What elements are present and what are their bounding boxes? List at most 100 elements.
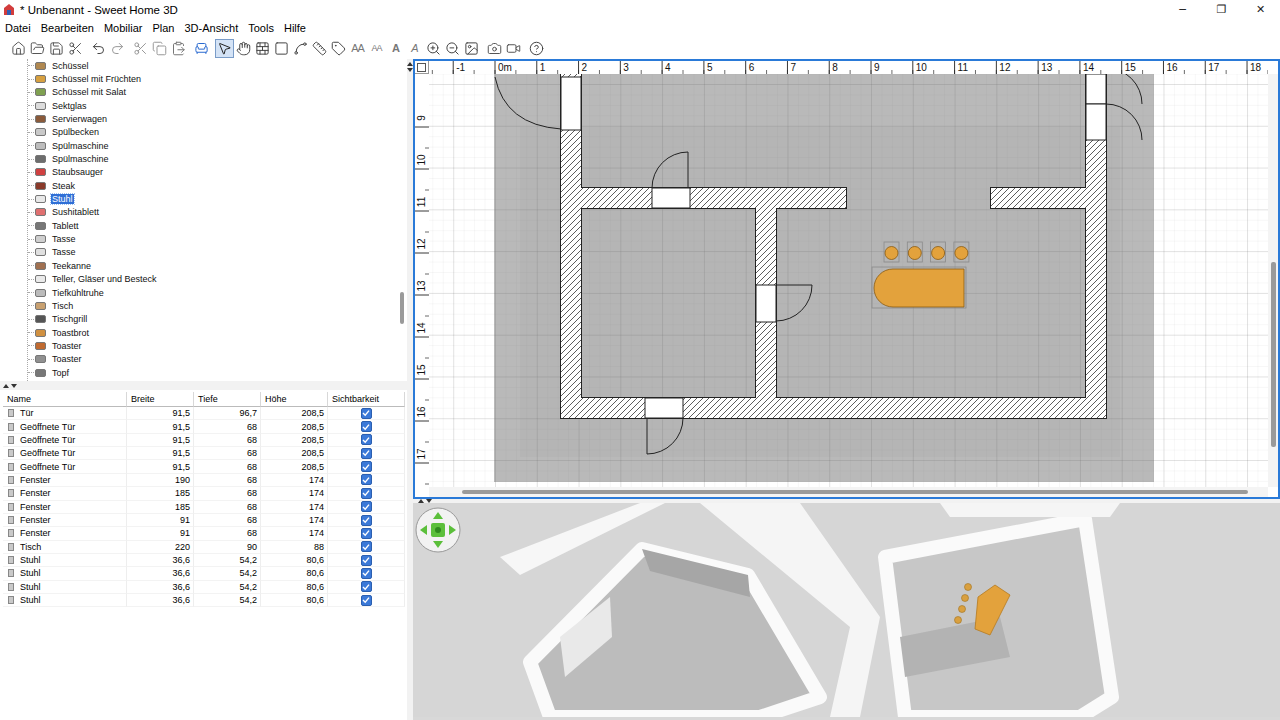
catalog-item[interactable]: Tischgrill	[28, 313, 397, 326]
width-cell[interactable]: 91,5	[127, 407, 194, 420]
name-cell[interactable]: Stuhl	[3, 581, 127, 594]
depth-cell[interactable]: 54,2	[194, 581, 261, 594]
name-cell[interactable]: Tür	[3, 407, 127, 420]
mode-button[interactable]	[234, 39, 253, 58]
menu-item[interactable]: 3D-Ansicht	[179, 22, 243, 34]
collapse-down-icon[interactable]	[11, 384, 17, 388]
scrollbar-thumb[interactable]	[1271, 262, 1276, 447]
name-cell[interactable]: Fenster	[3, 487, 127, 500]
catalog-item[interactable]: Teller, Gläser und Besteck	[28, 273, 397, 286]
menu-item[interactable]: Hilfe	[279, 22, 311, 34]
height-cell[interactable]: 208,5	[261, 434, 328, 447]
visibility-checkbox[interactable]	[361, 408, 372, 419]
chair[interactable]	[931, 242, 946, 262]
height-cell[interactable]: 174	[261, 474, 328, 487]
catalog-item[interactable]: Sushitablett	[28, 206, 397, 219]
splitter[interactable]	[0, 381, 407, 390]
width-cell[interactable]: 91,5	[127, 420, 194, 433]
name-cell[interactable]: Geöffnete Tür	[3, 434, 127, 447]
visibility-checkbox[interactable]	[361, 461, 372, 472]
column-header[interactable]: Breite	[127, 392, 194, 407]
visibility-checkbox[interactable]	[361, 501, 372, 512]
visibility-checkbox[interactable]	[361, 448, 372, 459]
table[interactable]	[872, 267, 966, 308]
menu-item[interactable]: Datei	[0, 22, 36, 34]
depth-cell[interactable]: 68	[194, 447, 261, 460]
catalog-item[interactable]: Spülmaschine	[28, 139, 397, 152]
visibility-checkbox[interactable]	[361, 434, 372, 445]
height-cell[interactable]: 208,5	[261, 460, 328, 473]
plan-vertical-scrollbar[interactable]	[1268, 74, 1278, 487]
depth-cell[interactable]: 68	[194, 527, 261, 540]
visibility-checkbox[interactable]	[361, 568, 372, 579]
name-cell[interactable]: Fenster	[3, 474, 127, 487]
height-cell[interactable]: 208,5	[261, 407, 328, 420]
catalog-scrollbar[interactable]	[397, 59, 407, 381]
depth-cell[interactable]: 68	[194, 514, 261, 527]
walls[interactable]	[561, 74, 1106, 418]
depth-cell[interactable]: 54,2	[194, 567, 261, 580]
toolbar-button[interactable]	[485, 39, 504, 58]
collapse-up-icon[interactable]	[3, 384, 9, 388]
visibility-checkbox[interactable]	[361, 541, 372, 552]
mode-button[interactable]	[329, 39, 348, 58]
column-header[interactable]: Höhe	[261, 392, 328, 407]
mode-button[interactable]	[291, 39, 310, 58]
door-window[interactable]	[652, 188, 690, 208]
door-window[interactable]	[1086, 104, 1106, 140]
catalog-item[interactable]: Tasse	[28, 246, 397, 259]
visibility-checkbox[interactable]	[361, 488, 372, 499]
depth-cell[interactable]: 54,2	[194, 554, 261, 567]
catalog-item[interactable]: Spülbecken	[28, 126, 397, 139]
name-cell[interactable]: Fenster	[3, 501, 127, 514]
height-cell[interactable]: 88	[261, 541, 328, 554]
toolbar-button[interactable]	[443, 39, 462, 58]
menu-item[interactable]: Bearbeiten	[36, 22, 99, 34]
menu-item[interactable]: Mobiliar	[99, 22, 148, 34]
height-cell[interactable]: 208,5	[261, 420, 328, 433]
toolbar-button[interactable]	[28, 39, 47, 58]
width-cell[interactable]: 91	[127, 527, 194, 540]
catalog-item[interactable]: Schüssel mit Salat	[28, 86, 397, 99]
window-control[interactable]: ✕	[1241, 3, 1280, 16]
depth-cell[interactable]: 68	[194, 487, 261, 500]
depth-cell[interactable]: 96,7	[194, 407, 261, 420]
text-style-button[interactable]: A	[405, 39, 424, 58]
name-cell[interactable]: Stuhl	[3, 567, 127, 580]
visibility-checkbox[interactable]	[361, 515, 372, 526]
column-header[interactable]: Sichtbarkeit	[328, 392, 405, 407]
visibility-checkbox[interactable]	[361, 528, 372, 539]
toolbar-button[interactable]	[527, 39, 546, 58]
width-cell[interactable]: 36,6	[127, 567, 194, 580]
catalog-item[interactable]: Tasse	[28, 232, 397, 245]
height-cell[interactable]: 174	[261, 501, 328, 514]
menu-item[interactable]: Tools	[243, 22, 279, 34]
depth-cell[interactable]: 68	[194, 434, 261, 447]
width-cell[interactable]: 36,6	[127, 594, 194, 607]
mode-button[interactable]	[310, 39, 329, 58]
window-control[interactable]: ❐	[1202, 3, 1241, 16]
chair[interactable]	[884, 242, 899, 262]
catalog-item[interactable]: Spülmaschine	[28, 152, 397, 165]
width-cell[interactable]: 220	[127, 541, 194, 554]
catalog-item[interactable]: Schüssel mit Früchten	[28, 72, 397, 85]
plan-horizontal-scrollbar[interactable]	[429, 487, 1268, 497]
height-cell[interactable]: 80,6	[261, 567, 328, 580]
height-cell[interactable]: 80,6	[261, 554, 328, 567]
catalog-item[interactable]: Teekanne	[28, 259, 397, 272]
door-window[interactable]	[561, 77, 581, 130]
text-style-button[interactable]: AA	[367, 39, 386, 58]
depth-cell[interactable]: 90	[194, 541, 261, 554]
catalog-item[interactable]: Schüssel	[28, 59, 397, 72]
catalog-item[interactable]: Topf	[28, 366, 397, 379]
catalog-item[interactable]: Stuhl	[28, 192, 397, 205]
catalog-item[interactable]: Toaster	[28, 339, 397, 352]
width-cell[interactable]: 91,5	[127, 434, 194, 447]
door-window[interactable]	[645, 398, 683, 418]
height-cell[interactable]: 80,6	[261, 581, 328, 594]
toolbar-button[interactable]	[89, 39, 108, 58]
column-header[interactable]: Name	[3, 392, 127, 407]
window-control[interactable]: ─	[1163, 3, 1202, 16]
chair[interactable]	[907, 242, 922, 262]
toolbar-button[interactable]	[131, 39, 150, 58]
